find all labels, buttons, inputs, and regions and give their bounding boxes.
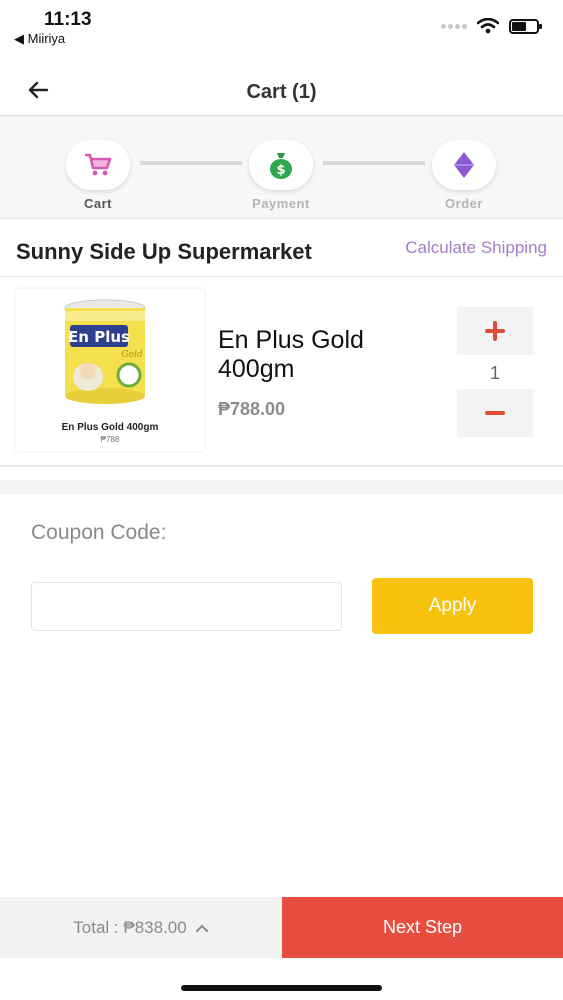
- quantity-value: 1: [489, 363, 500, 383]
- signal-icon: [441, 23, 467, 29]
- thumbnail-caption: En Plus Gold 400gm: [61, 422, 159, 433]
- step-connector: [323, 161, 425, 165]
- step-order-circle: [432, 140, 496, 190]
- status-indicators: [441, 18, 542, 34]
- chevron-up-icon: [195, 924, 208, 932]
- thumbnail-price: ₱788: [100, 435, 120, 444]
- section-divider: [0, 480, 563, 494]
- step-payment-circle: $: [249, 140, 313, 190]
- apply-coupon-button[interactable]: Apply: [372, 578, 533, 634]
- product-price: ₱788.00: [218, 399, 286, 419]
- checkout-footer: Total : ₱838.00 Next Step: [0, 897, 563, 958]
- plus-icon: [485, 321, 505, 341]
- store-name: Sunny Side Up Supermarket: [16, 239, 312, 264]
- svg-text:En Plus: En Plus: [68, 328, 130, 346]
- next-step-button[interactable]: Next Step: [282, 897, 563, 958]
- cart-item: En Plus Gold En Plus Gold 400gm ₱788 En …: [0, 277, 563, 467]
- product-image[interactable]: En Plus Gold En Plus Gold 400gm ₱788: [16, 289, 204, 451]
- step-label: Order: [445, 196, 483, 211]
- status-bar: 11:13 ◀ Miiriya: [0, 0, 563, 60]
- step-payment[interactable]: $ Payment: [231, 140, 331, 211]
- product-name: En Plus Gold 400gm: [218, 326, 364, 383]
- svg-text:$: $: [276, 163, 285, 178]
- step-label: Cart: [83, 196, 112, 211]
- coupon-label: Coupon Code:: [31, 521, 167, 544]
- coupon-code-input[interactable]: [31, 582, 342, 631]
- checkout-steps: Cart $ Payment Order: [0, 116, 563, 219]
- step-connector: [140, 161, 242, 165]
- shopping-cart-icon: [85, 153, 112, 176]
- step-cart-circle: [66, 140, 130, 190]
- battery-icon: [509, 18, 542, 34]
- status-time: 11:13: [44, 9, 92, 30]
- decrease-quantity-button[interactable]: [457, 389, 533, 437]
- step-label: Payment: [252, 196, 310, 211]
- wifi-icon: [477, 18, 499, 34]
- calculate-shipping-link[interactable]: Calculate Shipping: [405, 238, 547, 258]
- total-amount: Total : ₱838.00: [73, 917, 187, 937]
- minus-icon: [485, 411, 505, 415]
- home-indicator[interactable]: [181, 985, 382, 991]
- header: Cart (1): [0, 60, 563, 116]
- step-cart[interactable]: Cart: [48, 140, 148, 211]
- back-to-app-link[interactable]: ◀ Miiriya: [14, 31, 65, 47]
- step-order[interactable]: Order: [414, 140, 514, 211]
- store-row: Sunny Side Up Supermarket Calculate Ship…: [0, 219, 563, 277]
- total-summary-toggle[interactable]: Total : ₱838.00: [0, 897, 282, 958]
- product-can-illustration: En Plus Gold: [64, 299, 146, 404]
- increase-quantity-button[interactable]: [457, 307, 533, 355]
- page-title: Cart (1): [246, 81, 317, 103]
- svg-text:Gold: Gold: [121, 350, 142, 360]
- money-bag-icon: $: [270, 153, 292, 179]
- diamond-icon: [454, 152, 474, 178]
